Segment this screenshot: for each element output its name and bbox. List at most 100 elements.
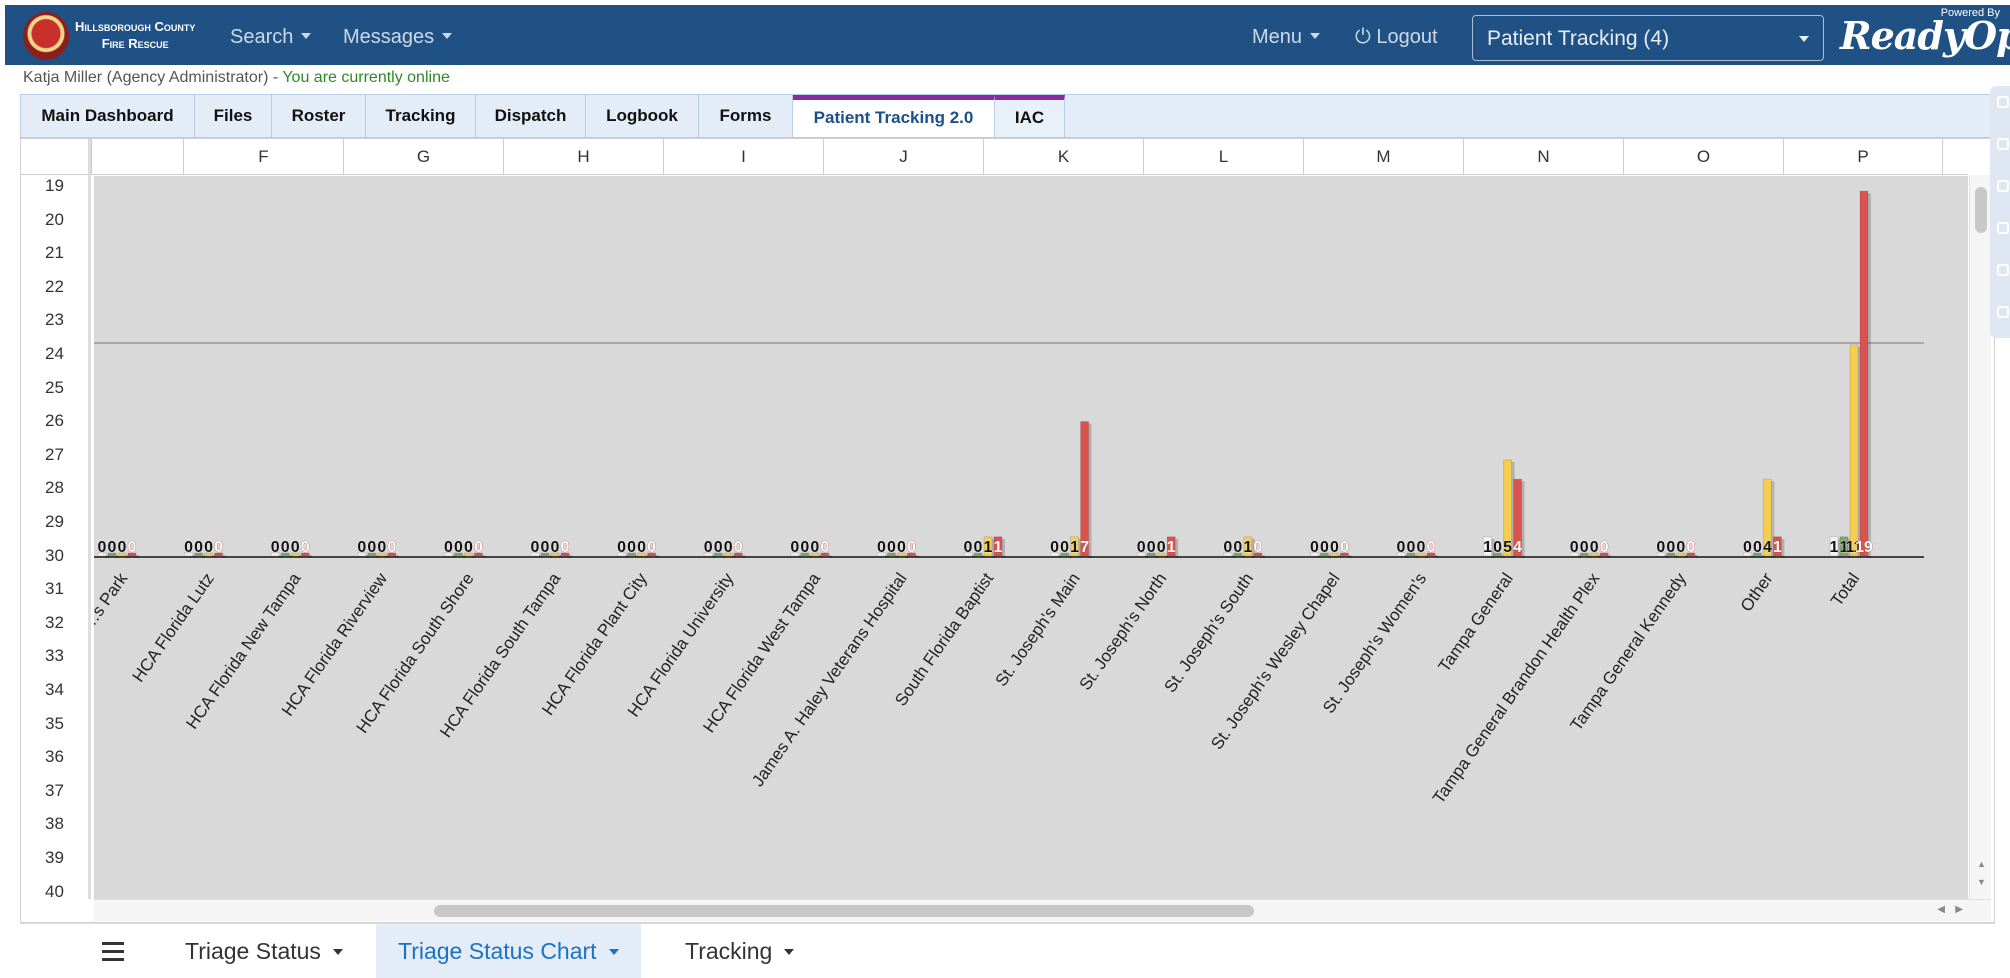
- category-label: Other: [1737, 569, 1777, 615]
- data-label: 0: [1253, 539, 1262, 556]
- scroll-down-icon[interactable]: ▼: [1977, 877, 1986, 887]
- data-label: 4: [1513, 539, 1522, 556]
- row-label[interactable]: 31: [21, 572, 88, 606]
- row-label[interactable]: 29: [21, 505, 88, 539]
- bar: [1080, 421, 1090, 557]
- data-label: 0: [1686, 539, 1695, 556]
- row-label[interactable]: 20: [21, 203, 88, 237]
- horizontal-scrollbar[interactable]: ◀ ▶: [94, 899, 1991, 921]
- data-label: 0: [128, 539, 137, 556]
- patient-tracking-select[interactable]: Patient Tracking (4): [1472, 15, 1824, 61]
- data-label: 0: [108, 539, 117, 556]
- horizontal-scroll-thumb[interactable]: [434, 905, 1254, 917]
- row-label[interactable]: 37: [21, 774, 88, 808]
- row-label[interactable]: 35: [21, 707, 88, 741]
- scroll-left-icon[interactable]: ◀: [1937, 904, 1945, 915]
- vertical-scrollbar[interactable]: ▲ ▼: [1969, 175, 1991, 899]
- data-label: 0: [377, 539, 386, 556]
- row-label[interactable]: 30: [21, 539, 88, 573]
- tab-iac[interactable]: IAC: [995, 95, 1065, 137]
- row-label[interactable]: 19: [21, 175, 88, 203]
- row-label[interactable]: 28: [21, 471, 88, 505]
- sheet-tab-tracking[interactable]: Tracking: [663, 924, 816, 978]
- column-header-partial[interactable]: [91, 139, 183, 175]
- row-label[interactable]: 32: [21, 606, 88, 640]
- column-header-k[interactable]: K: [983, 139, 1143, 175]
- row-label[interactable]: 24: [21, 337, 88, 371]
- data-label: 0: [551, 539, 560, 556]
- row-label[interactable]: 26: [21, 404, 88, 438]
- row-label[interactable]: 23: [21, 303, 88, 337]
- column-header-j[interactable]: J: [823, 139, 983, 175]
- column-header-o[interactable]: O: [1623, 139, 1783, 175]
- tab-dispatch[interactable]: Dispatch: [476, 95, 586, 137]
- row-label[interactable]: 34: [21, 673, 88, 707]
- column-header-h[interactable]: H: [503, 139, 663, 175]
- tab-tracking[interactable]: Tracking: [366, 95, 476, 137]
- rss-icon[interactable]: [1997, 138, 2009, 150]
- data-label: 0: [214, 539, 223, 556]
- main-menu[interactable]: Menu: [1252, 26, 1321, 49]
- data-label: 0: [474, 539, 483, 556]
- data-label: 0: [118, 539, 127, 556]
- data-label: 19: [1855, 539, 1873, 556]
- data-label: 0: [714, 539, 723, 556]
- main-tab-bar: Main Dashboard Files Roster Tracking Dis…: [20, 94, 1995, 138]
- tab-logbook[interactable]: Logbook: [586, 95, 699, 137]
- chevron-down-icon: [442, 33, 453, 39]
- data-label: 1: [1070, 539, 1079, 556]
- cloud-icon[interactable]: [1997, 180, 2009, 192]
- chevron-down-icon[interactable]: [608, 949, 619, 955]
- triage-status-chart: 0 0 0 0 …s Park 0 0 0 0 HCA Florida Lutz 0 0 0 0 HCA F…: [94, 176, 1968, 899]
- scroll-up-icon[interactable]: ▲: [1977, 859, 1986, 869]
- tab-files[interactable]: Files: [195, 95, 272, 137]
- search-menu-label: Search: [230, 26, 294, 48]
- row-label[interactable]: 21: [21, 236, 88, 270]
- row-label[interactable]: 27: [21, 438, 88, 472]
- search-menu[interactable]: Search: [230, 26, 312, 49]
- column-header-n[interactable]: N: [1463, 139, 1623, 175]
- data-label: 0: [627, 539, 636, 556]
- row-label[interactable]: 33: [21, 639, 88, 673]
- chevron-down-icon[interactable]: [784, 949, 795, 955]
- column-header-p[interactable]: P: [1783, 139, 1943, 175]
- data-label: 0: [877, 539, 886, 556]
- chevron-down-icon: [301, 33, 312, 39]
- right-side-toolbar: [1990, 86, 2010, 338]
- calendar-icon[interactable]: [1997, 306, 2009, 318]
- chevron-down-icon[interactable]: [332, 949, 343, 955]
- data-label: 0: [1666, 539, 1675, 556]
- tab-roster[interactable]: Roster: [272, 95, 366, 137]
- row-label[interactable]: 36: [21, 740, 88, 774]
- data-label: 0: [1223, 539, 1232, 556]
- row-label[interactable]: 39: [21, 841, 88, 875]
- messages-menu[interactable]: Messages: [343, 26, 453, 49]
- sheet-tab-bar: Triage Status Triage Status Chart Tracki…: [20, 923, 1995, 978]
- document-icon[interactable]: [1997, 222, 2009, 234]
- sheet-tab-triage-status[interactable]: Triage Status: [163, 924, 365, 978]
- link-icon[interactable]: [1997, 264, 2009, 276]
- category-label: Tampa General Brandon Health Plex: [1429, 569, 1604, 807]
- data-label: 7: [1080, 539, 1089, 556]
- column-header-i[interactable]: I: [663, 139, 823, 175]
- scroll-right-icon[interactable]: ▶: [1955, 904, 1963, 915]
- data-label: 1: [1773, 539, 1782, 556]
- row-label[interactable]: 22: [21, 270, 88, 304]
- sheet-tab-triage-status-chart[interactable]: Triage Status Chart: [376, 924, 641, 978]
- sheet-corner[interactable]: [21, 139, 91, 175]
- row-label[interactable]: 25: [21, 371, 88, 405]
- phone-icon[interactable]: [1997, 96, 2009, 108]
- tab-forms[interactable]: Forms: [699, 95, 793, 137]
- data-label: 0: [800, 539, 809, 556]
- column-header-g[interactable]: G: [343, 139, 503, 175]
- tab-main-dashboard[interactable]: Main Dashboard: [21, 95, 195, 137]
- column-header-l[interactable]: L: [1143, 139, 1303, 175]
- tab-patient-tracking-2[interactable]: Patient Tracking 2.0: [793, 95, 995, 137]
- logout-button[interactable]: ⏻ Logout: [1355, 26, 1438, 49]
- column-header-m[interactable]: M: [1303, 139, 1463, 175]
- row-label[interactable]: 40: [21, 875, 88, 899]
- row-label[interactable]: 38: [21, 807, 88, 841]
- vertical-scroll-thumb[interactable]: [1975, 187, 1987, 233]
- column-header-f[interactable]: F: [183, 139, 343, 175]
- hamburger-menu-icon[interactable]: [102, 942, 124, 966]
